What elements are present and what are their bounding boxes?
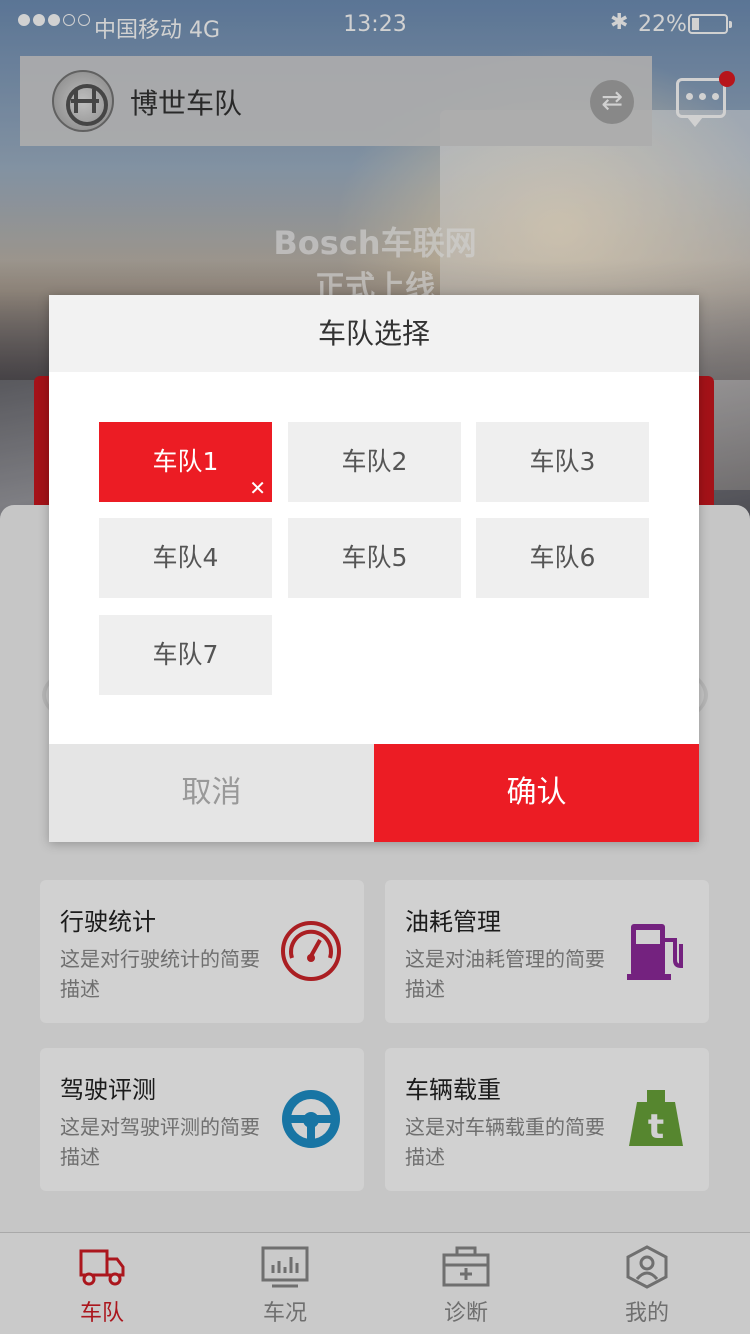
fleet-option-3[interactable]: 车队3 — [476, 422, 649, 502]
option-label: 车队1 — [152, 447, 219, 476]
fleet-option-1[interactable]: 车队1 ✕ — [99, 422, 272, 502]
option-label: 车队2 — [341, 447, 408, 476]
fleet-option-7[interactable]: 车队7 — [99, 615, 272, 695]
fleet-option-5[interactable]: 车队5 — [288, 518, 461, 598]
option-label: 车队6 — [529, 543, 596, 572]
option-label: 车队3 — [529, 447, 596, 476]
fleet-option-4[interactable]: 车队4 — [99, 518, 272, 598]
fleet-option-2[interactable]: 车队2 — [288, 422, 461, 502]
option-label: 车队4 — [152, 543, 219, 572]
cancel-button[interactable]: 取消 — [49, 744, 374, 842]
fleet-option-6[interactable]: 车队6 — [476, 518, 649, 598]
fleet-select-dialog: 车队选择 车队1 ✕ 车队2 车队3 车队4 车队5 车队6 车队7 取消 确认 — [49, 295, 699, 842]
option-label: 车队7 — [152, 640, 219, 669]
option-label: 车队5 — [341, 543, 408, 572]
deselect-icon[interactable]: ✕ — [249, 478, 266, 498]
dialog-title: 车队选择 — [49, 295, 699, 372]
confirm-button[interactable]: 确认 — [374, 744, 699, 842]
